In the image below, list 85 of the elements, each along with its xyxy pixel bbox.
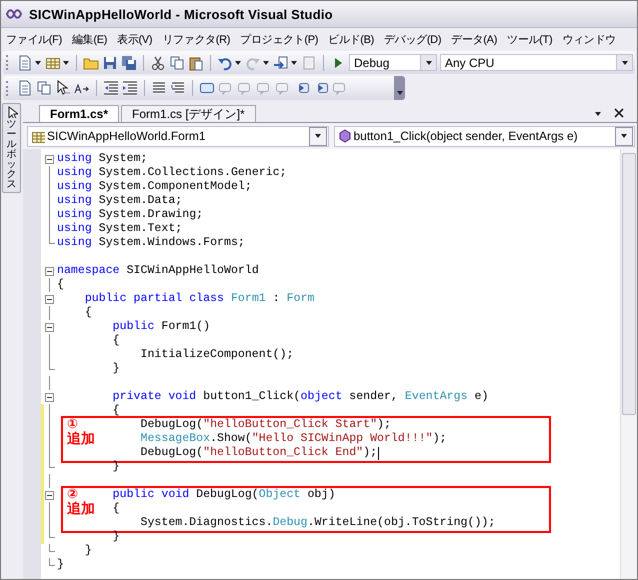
annotation-number: ② bbox=[67, 487, 78, 502]
overflow-caret-icon[interactable] bbox=[396, 89, 404, 97]
indent-icon[interactable] bbox=[122, 80, 138, 96]
code-line: DebugLog("helloButton_Click End"); bbox=[139, 446, 378, 460]
code-line: DebugLog("helloButton_Click Start"); bbox=[139, 418, 391, 432]
menu-item[interactable]: ファイル(F) bbox=[1, 32, 67, 46]
caret-icon[interactable] bbox=[234, 58, 242, 66]
code-line: } bbox=[112, 530, 120, 544]
collapse-icon[interactable] bbox=[45, 294, 54, 304]
code-line: MessageBox.Show("Hello SICWinApp World!!!"); bbox=[139, 432, 447, 446]
caret-icon[interactable] bbox=[62, 58, 70, 66]
annotation-label: 追加 bbox=[67, 502, 95, 517]
toolbox-tab[interactable]: ツールボックス bbox=[2, 103, 21, 193]
caret-icon[interactable] bbox=[262, 58, 270, 66]
code-line: using System.Data; bbox=[56, 194, 182, 208]
code-line: { bbox=[84, 306, 92, 320]
code-line: using System.Drawing; bbox=[56, 208, 204, 222]
dropdown-arrow-icon[interactable] bbox=[314, 132, 322, 140]
code-editor[interactable] bbox=[23, 149, 637, 579]
code-line: { bbox=[112, 502, 120, 516]
menu-item[interactable]: ウィンドウ bbox=[557, 32, 621, 46]
menu-item[interactable]: ツール(T) bbox=[502, 32, 558, 46]
paste-icon[interactable] bbox=[188, 54, 204, 70]
menu-item[interactable]: ビルド(B) bbox=[323, 32, 380, 46]
class-dropdown[interactable]: SICWinAppHelloWorld.Form1 bbox=[27, 126, 328, 146]
dropdown-arrow-icon[interactable] bbox=[620, 132, 628, 140]
platform-dropdown[interactable]: Any CPU bbox=[440, 54, 633, 71]
document-list-icon[interactable] bbox=[17, 80, 33, 96]
annotation-number: ① bbox=[67, 417, 78, 432]
code-line: using System.ComponentModel; bbox=[56, 180, 252, 194]
caret-icon[interactable] bbox=[34, 58, 42, 66]
menu-item[interactable]: デバッグ(D) bbox=[379, 32, 446, 46]
arrow-document-icon[interactable] bbox=[273, 54, 289, 70]
scroll-thumb[interactable] bbox=[622, 153, 636, 415]
code-line: } bbox=[112, 460, 120, 474]
dropdown-arrow-icon[interactable] bbox=[424, 58, 432, 66]
code-line: System.Diagnostics.Debug.WriteLine(obj.ToString()); bbox=[139, 516, 496, 530]
code-line: public void DebugLog(Object obj) bbox=[112, 488, 336, 502]
code-line: using System.Text; bbox=[56, 222, 182, 236]
code-line: } bbox=[112, 362, 120, 376]
code-line: using System.Windows.Forms; bbox=[56, 236, 245, 250]
toolbar-grip[interactable] bbox=[6, 80, 11, 96]
copy-icon[interactable] bbox=[169, 54, 185, 70]
collapse-icon[interactable] bbox=[45, 322, 54, 332]
close-icon[interactable] bbox=[614, 108, 624, 118]
scissors-icon[interactable] bbox=[150, 54, 166, 70]
cursor-icon[interactable] bbox=[55, 80, 71, 96]
code-line: using System; bbox=[56, 152, 148, 166]
class-icon bbox=[31, 129, 45, 143]
toolbar-grip[interactable] bbox=[6, 55, 11, 70]
code-line: namespace SICWinAppHelloWorld bbox=[56, 264, 259, 278]
method-icon bbox=[338, 129, 352, 143]
code-line: } bbox=[84, 544, 92, 558]
collapse-icon[interactable] bbox=[45, 154, 54, 164]
annotation-label: 追加 bbox=[67, 432, 95, 447]
floppy-disks-icon[interactable] bbox=[121, 54, 137, 70]
outdent-icon[interactable] bbox=[103, 80, 119, 96]
scroll-bar[interactable] bbox=[620, 149, 637, 579]
collapse-icon[interactable] bbox=[45, 266, 54, 276]
document-tab[interactable]: Form1.cs* bbox=[39, 105, 120, 122]
member-dropdown[interactable]: button1_Click(object sender, EventArgs e) bbox=[334, 126, 635, 146]
code-line: { bbox=[56, 278, 64, 292]
code-line: private void button1_Click(object sender, EventArgs e) bbox=[112, 390, 488, 404]
code-line: { bbox=[112, 334, 120, 348]
dropdown-arrow-icon[interactable] bbox=[620, 58, 628, 66]
caret-icon[interactable] bbox=[290, 58, 298, 66]
collapse-icon[interactable] bbox=[45, 392, 54, 402]
code-line: using System.Collections.Generic; bbox=[56, 166, 287, 180]
menu-item[interactable]: 編集(E) bbox=[66, 32, 112, 46]
code-line: InitializeComponent(); bbox=[139, 348, 294, 362]
dropdown-arrow-icon[interactable] bbox=[594, 110, 602, 118]
menu-item[interactable]: リファクタ(R) bbox=[157, 32, 236, 46]
code-line: public partial class Form1 : Form bbox=[84, 292, 314, 306]
window-title: SICWinAppHelloWorld - Microsoft Visual Studio bbox=[29, 6, 333, 22]
menu-item[interactable]: 表示(V) bbox=[112, 32, 158, 46]
documents-icon[interactable] bbox=[36, 80, 52, 96]
menu-item[interactable]: データ(A) bbox=[446, 32, 502, 46]
code-line: } bbox=[56, 558, 64, 572]
code-line: public Form1() bbox=[112, 320, 210, 334]
collapse-icon[interactable] bbox=[45, 490, 54, 500]
document-tab[interactable]: Form1.cs [デザイン]* bbox=[121, 105, 256, 122]
menu-item[interactable]: プロジェクト(P) bbox=[235, 32, 324, 46]
code-line: { bbox=[112, 404, 120, 418]
document-icon[interactable] bbox=[17, 54, 33, 70]
configuration-dropdown[interactable]: Debug bbox=[349, 54, 437, 71]
